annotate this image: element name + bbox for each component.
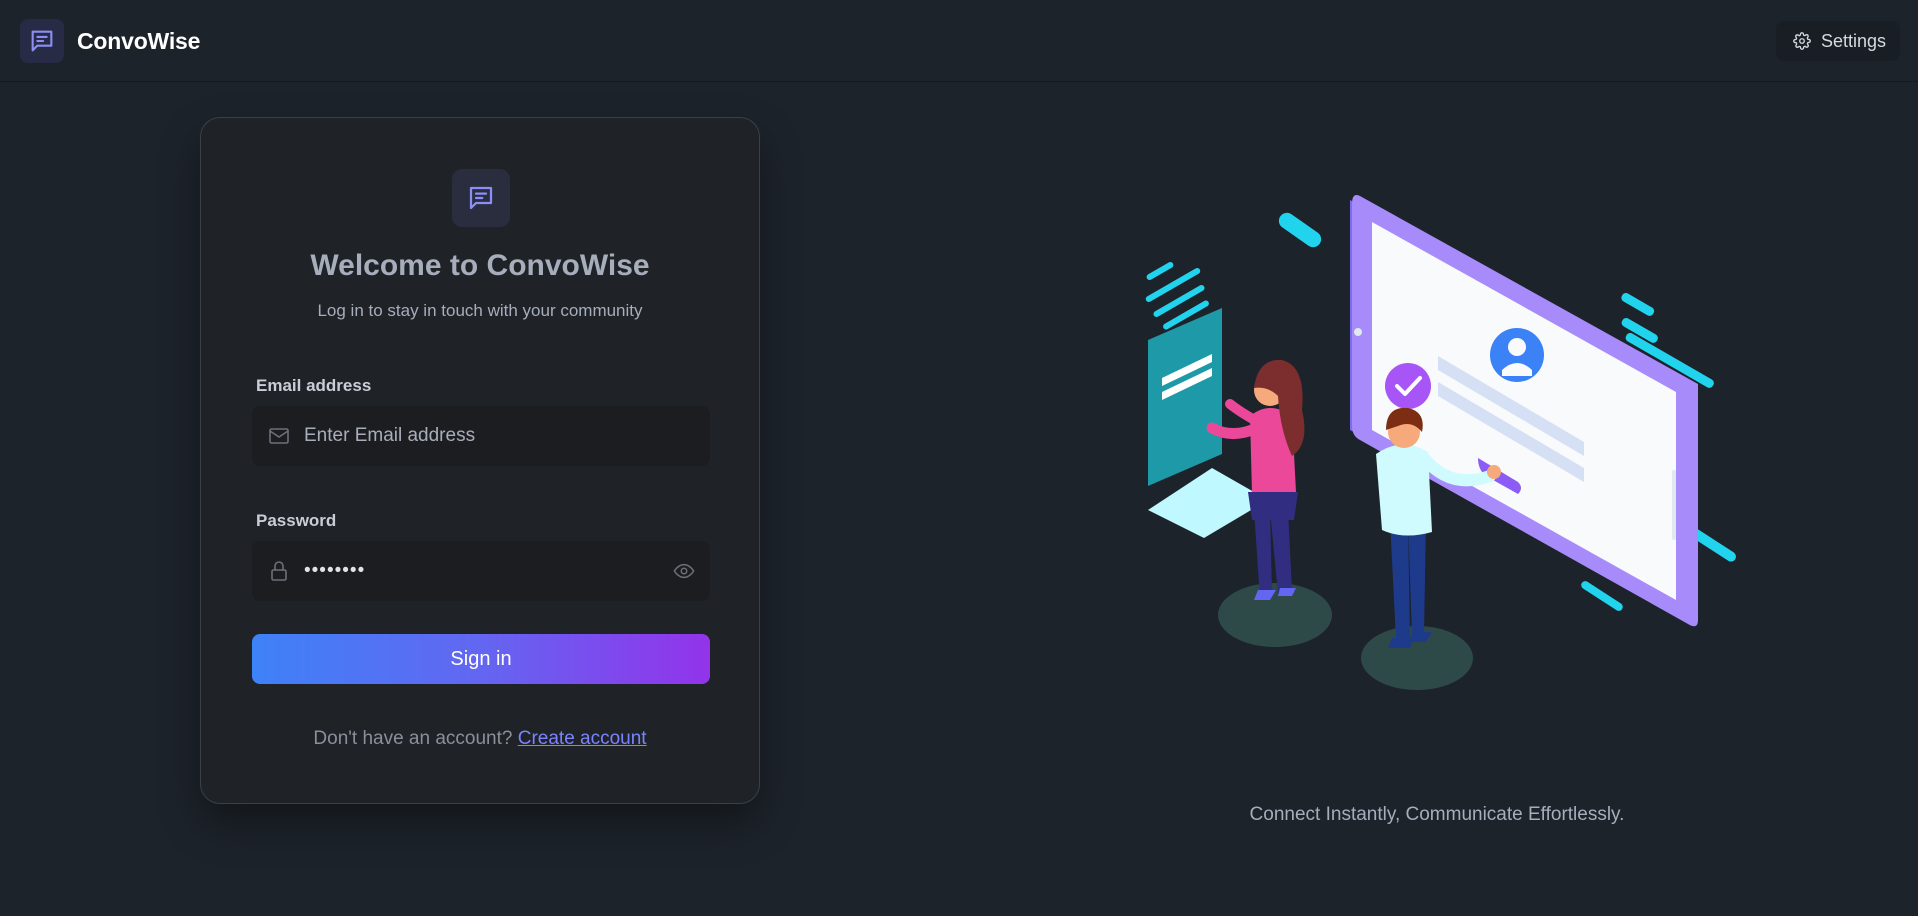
chat-message-icon [452,169,510,227]
login-card: Welcome to ConvoWise Log in to stay in t… [200,117,760,804]
eye-icon[interactable] [672,560,696,582]
email-label: Email address [256,376,372,395]
password-value: •••••••• [304,560,366,581]
password-label: Password [256,511,337,530]
signup-prompt-line: Don't have an account? Create account [201,728,759,750]
lock-icon [271,561,287,581]
check-badge-icon [1385,363,1431,409]
create-account-link[interactable]: Create account [518,728,647,749]
email-placeholder: Enter Email address [304,425,476,446]
email-field[interactable]: Enter Email address [252,406,710,466]
password-field[interactable]: •••••••• [252,541,710,601]
app-name: ConvoWise [77,27,201,54]
envelope-icon [269,428,289,444]
hero-tagline: Connect Instantly, Communicate Effortles… [1249,804,1625,825]
brand[interactable]: ConvoWise [20,19,200,63]
chat-message-icon [20,19,64,63]
gear-icon [1793,32,1811,50]
settings-button[interactable]: Settings [1776,21,1900,61]
login-subtitle: Log in to stay in touch with your commun… [317,301,643,320]
shadow-woman [1218,583,1332,647]
settings-label: Settings [1821,30,1887,51]
sign-in-button[interactable]: Sign in [252,634,710,684]
signup-prompt: Don't have an account? [313,728,513,749]
login-title: Welcome to ConvoWise [310,249,650,282]
top-navbar: ConvoWise Settings [0,0,1918,82]
login-illustration [1145,195,1736,690]
